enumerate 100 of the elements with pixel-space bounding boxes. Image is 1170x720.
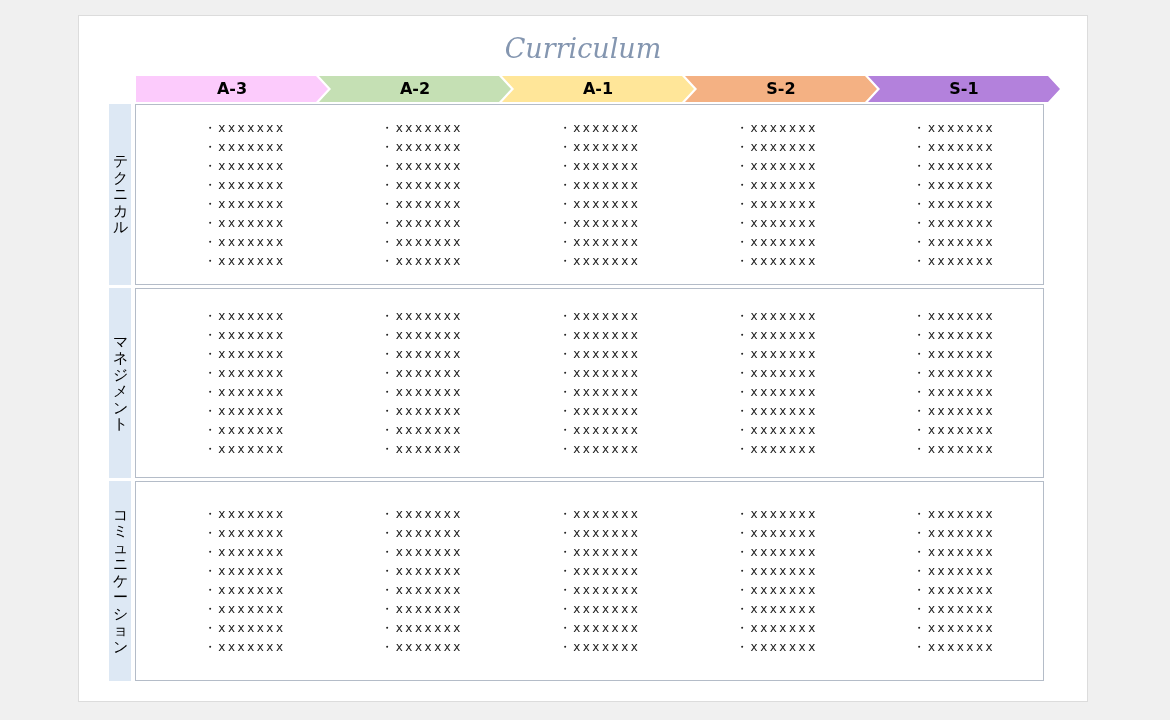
list-item: ・xxxxxxx xyxy=(736,544,818,561)
list-item: ・xxxxxxx xyxy=(558,544,641,561)
list-item: ・xxxxxxx xyxy=(558,119,641,137)
list-item: ・xxxxxxx xyxy=(558,506,641,523)
list-item: ・xxxxxxx xyxy=(558,176,641,194)
list-item: ・xxxxxxx xyxy=(558,365,641,382)
list-item: ・xxxxxxx xyxy=(558,308,641,325)
list-item: ・xxxxxxx xyxy=(558,582,641,599)
list-item: ・xxxxxxx xyxy=(203,544,286,561)
list-item: ・xxxxxxx xyxy=(558,138,641,156)
category-label: テクニカル xyxy=(109,104,131,285)
list-item: ・xxxxxxx xyxy=(381,308,463,325)
list-item: ・xxxxxxx xyxy=(203,308,286,325)
list-item: ・xxxxxxx xyxy=(913,119,996,137)
list-item: ・xxxxxxx xyxy=(736,620,818,637)
list-item: ・xxxxxxx xyxy=(381,327,463,344)
list-item: ・xxxxxxx xyxy=(203,384,286,401)
list-item: ・xxxxxxx xyxy=(913,308,996,325)
list-item: ・xxxxxxx xyxy=(736,563,818,580)
list-item: ・xxxxxxx xyxy=(736,233,818,251)
list-item: ・xxxxxxx xyxy=(203,620,286,637)
list-item: ・xxxxxxx xyxy=(203,252,286,270)
list-item: ・xxxxxxx xyxy=(558,601,641,618)
list-item: ・xxxxxxx xyxy=(736,601,818,618)
list-item: ・xxxxxxx xyxy=(558,525,641,542)
list-item: ・xxxxxxx xyxy=(913,365,996,382)
list-item: ・xxxxxxx xyxy=(381,384,463,401)
list-item: ・xxxxxxx xyxy=(736,384,818,401)
list-item: ・xxxxxxx xyxy=(203,138,286,156)
list-item: ・xxxxxxx xyxy=(203,422,286,439)
list-item: ・xxxxxxx xyxy=(381,157,463,175)
list-item: ・xxxxxxx xyxy=(736,119,818,137)
list-item: ・xxxxxxx xyxy=(736,308,818,325)
slide-title: Curriculum xyxy=(504,32,662,66)
list-item: ・xxxxxxx xyxy=(736,214,818,232)
list-item: ・xxxxxxx xyxy=(913,252,996,270)
list-item: ・xxxxxxx xyxy=(381,214,463,232)
list-item: ・xxxxxxx xyxy=(913,620,996,637)
list-item: ・xxxxxxx xyxy=(913,157,996,175)
list-item: ・xxxxxxx xyxy=(203,403,286,420)
list-item: ・xxxxxxx xyxy=(558,327,641,344)
list-item: ・xxxxxxx xyxy=(381,441,463,458)
list-item: ・xxxxxxx xyxy=(558,252,641,270)
list-item: ・xxxxxxx xyxy=(913,195,996,213)
list-item: ・xxxxxxx xyxy=(736,138,818,156)
list-item: ・xxxxxxx xyxy=(913,233,996,251)
list-item: ・xxxxxxx xyxy=(381,252,463,270)
list-item: ・xxxxxxx xyxy=(736,582,818,599)
category-label: コミュニケーション xyxy=(109,481,131,681)
list-item: ・xxxxxxx xyxy=(558,346,641,363)
list-item: ・xxxxxxx xyxy=(203,563,286,580)
category-label: マネジメント xyxy=(109,288,131,478)
list-item: ・xxxxxxx xyxy=(736,422,818,439)
list-item: ・xxxxxxx xyxy=(913,544,996,561)
list-item: ・xxxxxxx xyxy=(558,639,641,656)
list-item: ・xxxxxxx xyxy=(558,620,641,637)
list-item: ・xxxxxxx xyxy=(203,157,286,175)
list-item: ・xxxxxxx xyxy=(736,441,818,458)
list-item: ・xxxxxxx xyxy=(203,525,286,542)
list-item: ・xxxxxxx xyxy=(558,233,641,251)
list-item: ・xxxxxxx xyxy=(381,544,463,561)
list-item: ・xxxxxxx xyxy=(381,601,463,618)
list-item: ・xxxxxxx xyxy=(381,119,463,137)
list-item: ・xxxxxxx xyxy=(558,563,641,580)
list-item: ・xxxxxxx xyxy=(203,346,286,363)
list-item: ・xxxxxxx xyxy=(558,214,641,232)
list-item: ・xxxxxxx xyxy=(381,506,463,523)
list-item: ・xxxxxxx xyxy=(203,327,286,344)
list-item: ・xxxxxxx xyxy=(736,365,818,382)
list-item: ・xxxxxxx xyxy=(381,639,463,656)
list-item: ・xxxxxxx xyxy=(203,233,286,251)
list-item: ・xxxxxxx xyxy=(913,327,996,344)
list-item: ・xxxxxxx xyxy=(736,252,818,270)
list-item: ・xxxxxxx xyxy=(381,138,463,156)
list-item: ・xxxxxxx xyxy=(913,214,996,232)
list-item: ・xxxxxxx xyxy=(913,176,996,194)
list-item: ・xxxxxxx xyxy=(203,214,286,232)
list-item: ・xxxxxxx xyxy=(381,525,463,542)
list-item: ・xxxxxxx xyxy=(381,563,463,580)
list-item: ・xxxxxxx xyxy=(381,403,463,420)
list-item: ・xxxxxxx xyxy=(381,582,463,599)
list-item: ・xxxxxxx xyxy=(203,119,286,137)
list-item: ・xxxxxxx xyxy=(381,233,463,251)
list-item: ・xxxxxxx xyxy=(203,601,286,618)
list-item: ・xxxxxxx xyxy=(558,384,641,401)
list-item: ・xxxxxxx xyxy=(736,327,818,344)
list-item: ・xxxxxxx xyxy=(381,620,463,637)
list-item: ・xxxxxxx xyxy=(558,157,641,175)
list-item: ・xxxxxxx xyxy=(913,639,996,656)
list-item: ・xxxxxxx xyxy=(913,582,996,599)
list-item: ・xxxxxxx xyxy=(913,346,996,363)
list-item: ・xxxxxxx xyxy=(913,601,996,618)
list-item: ・xxxxxxx xyxy=(736,506,818,523)
list-item: ・xxxxxxx xyxy=(736,176,818,194)
list-item: ・xxxxxxx xyxy=(558,195,641,213)
list-item: ・xxxxxxx xyxy=(736,639,818,656)
list-item: ・xxxxxxx xyxy=(381,346,463,363)
list-item: ・xxxxxxx xyxy=(913,384,996,401)
list-item: ・xxxxxxx xyxy=(381,195,463,213)
list-item: ・xxxxxxx xyxy=(913,138,996,156)
